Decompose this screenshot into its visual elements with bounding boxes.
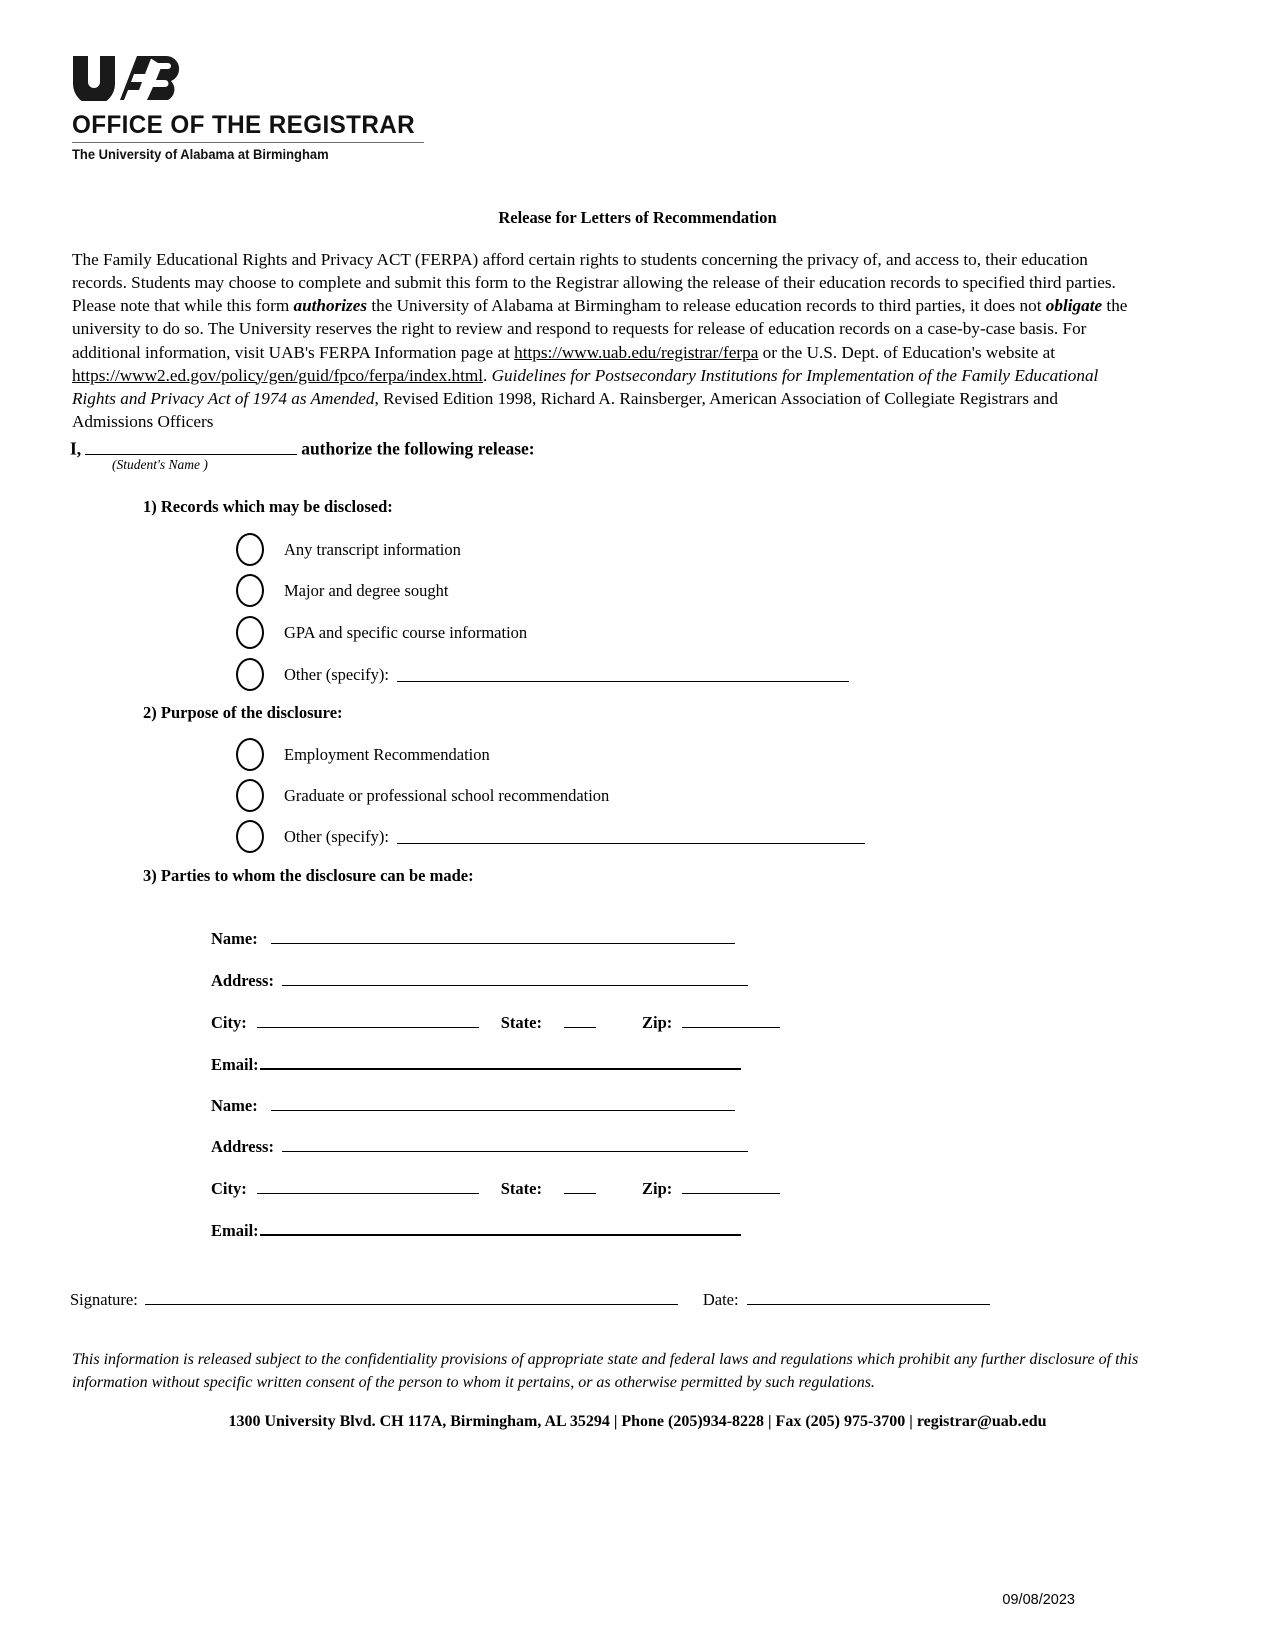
- party-2-zip-field[interactable]: [682, 1178, 781, 1194]
- party-2-city-field[interactable]: [256, 1178, 479, 1194]
- email-label: Email:: [211, 1054, 259, 1074]
- party-1-city-state-zip-row: City: State: Zip:: [211, 1012, 781, 1033]
- option-gpa-courses[interactable]: GPA and specific course information: [236, 616, 527, 649]
- party-2-email-row: Email:: [211, 1219, 741, 1241]
- checkbox-icon[interactable]: [236, 738, 264, 771]
- confidentiality-disclaimer: This information is released subject to …: [72, 1351, 1139, 1392]
- purpose-other-specify-field[interactable]: [396, 829, 865, 845]
- option-major-degree[interactable]: Major and degree sought: [236, 574, 449, 607]
- party-2-name-row: Name:: [211, 1095, 735, 1116]
- signature-field[interactable]: [144, 1289, 678, 1305]
- intro-paragraph: The Family Educational Rights and Privac…: [72, 248, 1136, 433]
- option-label: Employment Recommendation: [284, 744, 490, 764]
- section-2-heading: 2) Purpose of the disclosure:: [143, 703, 343, 722]
- party-1-zip-field[interactable]: [682, 1012, 781, 1028]
- address-label: Address:: [211, 1136, 274, 1156]
- date-field[interactable]: [746, 1289, 990, 1305]
- zip-label: Zip:: [641, 1178, 673, 1198]
- checkbox-icon[interactable]: [236, 616, 264, 649]
- uab-logo-icon: [73, 56, 180, 101]
- checkbox-icon[interactable]: [236, 658, 264, 691]
- party-2-email-field[interactable]: [259, 1219, 741, 1236]
- party-1-city-field[interactable]: [256, 1012, 479, 1028]
- party-1-name-field[interactable]: [270, 928, 735, 944]
- registrar-contact-info: 1300 University Blvd. CH 117A, Birmingha…: [228, 1413, 1047, 1430]
- party-1-state-field[interactable]: [563, 1012, 596, 1028]
- student-name-caption: (Student's Name ): [112, 457, 208, 472]
- option-label: Other (specify):: [284, 826, 389, 846]
- option-label: GPA and specific course information: [284, 622, 528, 642]
- option-employment-recommendation[interactable]: Employment Recommendation: [236, 738, 490, 771]
- party-2-city-state-zip-row: City: State: Zip:: [211, 1178, 781, 1199]
- office-title: OFFICE OF THE REGISTRAR: [72, 111, 416, 139]
- party-2-address-field[interactable]: [281, 1136, 748, 1152]
- party-1-email-field[interactable]: [259, 1053, 741, 1070]
- checkbox-icon[interactable]: [236, 574, 264, 607]
- intro-emphasis-obligate: obligate: [1045, 296, 1103, 316]
- student-name-field[interactable]: [85, 437, 298, 455]
- ferpa-uab-link[interactable]: https://www.uab.edu/registrar/ferpa: [514, 343, 758, 362]
- party-2-state-field[interactable]: [563, 1178, 596, 1194]
- party-1-address-field[interactable]: [281, 970, 748, 986]
- intro-text-4: or the U.S. Dept. of Education's website…: [758, 342, 1056, 362]
- option-purpose-other[interactable]: Other (specify):: [236, 820, 865, 853]
- party-1-name-row: Name:: [211, 928, 735, 949]
- email-label: Email:: [211, 1220, 259, 1240]
- name-label: Name:: [211, 1095, 258, 1115]
- city-label: City:: [211, 1178, 247, 1198]
- option-label: Other (specify):: [284, 664, 389, 684]
- city-label: City:: [211, 1012, 247, 1032]
- zip-label: Zip:: [641, 1012, 673, 1032]
- option-any-transcript[interactable]: Any transcript information: [236, 533, 461, 566]
- party-1-email-row: Email:: [211, 1053, 741, 1075]
- state-label: State:: [500, 1012, 542, 1032]
- option-label: Major and degree sought: [284, 580, 449, 600]
- signature-row: Signature: Date:: [70, 1289, 990, 1310]
- party-2-address-row: Address:: [211, 1136, 748, 1157]
- option-label: Graduate or professional school recommen…: [284, 785, 610, 805]
- section-3-heading: 3) Parties to whom the disclosure can be…: [143, 866, 474, 885]
- party-2-name-field[interactable]: [270, 1095, 735, 1111]
- checkbox-icon[interactable]: [236, 533, 264, 566]
- date-label: Date:: [702, 1289, 739, 1309]
- authorize-prefix: I,: [70, 438, 82, 459]
- intro-emphasis-authorizes: authorizes: [293, 296, 368, 316]
- records-other-specify-field[interactable]: [396, 667, 849, 683]
- signature-label: Signature:: [70, 1289, 138, 1309]
- intro-text-2: the University of Alabama at Birmingham …: [367, 296, 1046, 316]
- option-label: Any transcript information: [284, 539, 461, 559]
- address-label: Address:: [211, 970, 274, 990]
- document-page: OFFICE OF THE REGISTRAR The University o…: [0, 0, 1275, 1650]
- name-label: Name:: [211, 928, 258, 948]
- section-1-heading: 1) Records which may be disclosed:: [143, 497, 393, 516]
- university-name: The University of Alabama at Birmingham: [72, 147, 329, 163]
- authorize-suffix: authorize the following release:: [301, 438, 535, 459]
- header-divider: [72, 142, 424, 144]
- letterhead: OFFICE OF THE REGISTRAR The University o…: [72, 55, 492, 162]
- ferpa-ed-gov-link[interactable]: https://www2.ed.gov/policy/gen/guid/fpco…: [72, 366, 483, 385]
- revision-date: 09/08/2023: [1002, 1592, 1075, 1608]
- party-1-address-row: Address:: [211, 970, 748, 991]
- option-graduate-school-recommendation[interactable]: Graduate or professional school recommen…: [236, 779, 609, 812]
- checkbox-icon[interactable]: [236, 820, 264, 853]
- checkbox-icon[interactable]: [236, 779, 264, 812]
- intro-text-5: .: [483, 365, 492, 385]
- state-label: State:: [500, 1178, 542, 1198]
- page-title: Release for Letters of Recommendation: [498, 208, 777, 227]
- option-records-other[interactable]: Other (specify):: [236, 658, 849, 691]
